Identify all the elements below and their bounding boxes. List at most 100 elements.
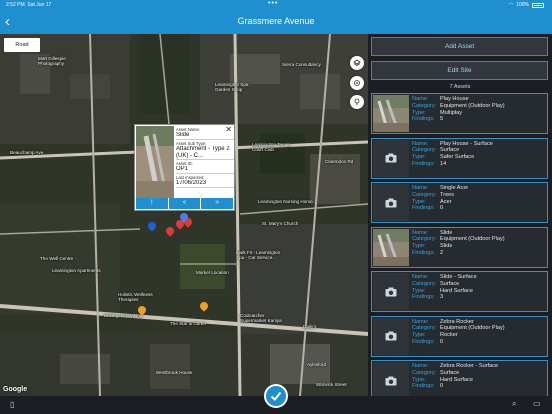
asset-category-label: Category: bbox=[412, 280, 437, 287]
asset-type-value: Multiplay bbox=[440, 109, 463, 116]
asset-fields: Name: Single Acer Category: Trees Type: Acer F… bbox=[412, 185, 547, 212]
asset-category-label: Category: bbox=[412, 236, 437, 243]
asset-fields: Name: Play House - Surface Category: Surfac… bbox=[412, 141, 547, 168]
locate-icon[interactable] bbox=[350, 76, 364, 90]
asset-popup[interactable]: Asset Name: Slide Asset Sub Type: Attach… bbox=[134, 124, 235, 211]
map-label-kwik-fit: Kwik Fit - Leamington Spa - Car Service..… bbox=[236, 250, 281, 260]
asset-category-row: Category: Surface bbox=[412, 281, 547, 288]
asset-findings-value: 2 bbox=[440, 249, 444, 256]
asset-subtype-value: Attachment - Type 2 (UK) - C... bbox=[176, 146, 234, 160]
asset-findings-value: 5 bbox=[440, 116, 444, 123]
map-label-aylesford: Aylesford bbox=[307, 362, 327, 367]
chat-icon[interactable]: ▭ bbox=[533, 399, 541, 408]
map-label-holistic: Holistic Wellness Therapies bbox=[118, 292, 153, 302]
asset-findings-label: Findings: bbox=[412, 338, 435, 345]
document-icon[interactable]: ▯ bbox=[10, 400, 14, 409]
page-title: Grassmere Avenue bbox=[237, 16, 315, 26]
asset-category-value: Equipment (Outdoor Play) bbox=[440, 325, 505, 332]
asset-name-value: Play House bbox=[440, 96, 469, 102]
asset-name-label: Name: bbox=[412, 363, 429, 369]
asset-category-label: Category: bbox=[412, 325, 437, 332]
asset-category-row: Category: Equipment (Outdoor Play) bbox=[412, 325, 547, 332]
asset-name-row: Name: Slide - Surface bbox=[412, 274, 547, 281]
map-label-sierra: Sierra Consultancy bbox=[282, 62, 321, 67]
asset-type-row: Type: Multiplay bbox=[412, 110, 547, 117]
asset-name-value: Zebra Rocker - Surface bbox=[440, 363, 499, 369]
search-icon[interactable]: ⌕ bbox=[512, 399, 516, 409]
app-window: 2:52 PM Sat Jun 17 ••• ◠ 100% ‹ Grassmer… bbox=[0, 0, 552, 414]
asset-findings-label: Findings: bbox=[412, 294, 435, 301]
asset-fields: Name: Slide Category: Equipment (Outdoor Pl… bbox=[412, 230, 547, 257]
asset-id-value: OP1 bbox=[176, 166, 234, 174]
asset-thumbnail bbox=[373, 95, 409, 132]
asset-findings-row: Findings: 0 bbox=[412, 339, 547, 346]
edit-site-button[interactable]: Edit Site bbox=[371, 61, 548, 80]
map-label-westbrook: Westbrook House bbox=[156, 370, 193, 375]
asset-name-value: Play House - Surface bbox=[440, 140, 493, 147]
asset-type-row: Type: Hard Surface bbox=[412, 377, 547, 384]
multitasking-dots-icon[interactable]: ••• bbox=[268, 0, 278, 7]
camera-icon bbox=[373, 362, 409, 399]
asset-findings-label: Findings: bbox=[412, 249, 435, 256]
asset-card[interactable]: Name: Play House - Surface Category: Surfac… bbox=[371, 137, 548, 179]
asset-name-label: Name: bbox=[412, 229, 429, 236]
asset-type-row: Type: Rocker bbox=[412, 332, 547, 339]
asset-findings-value: 14 bbox=[440, 160, 447, 167]
asset-name-row: Name: Zebra Rocker bbox=[412, 319, 547, 326]
asset-category-row: Category: Trees bbox=[412, 192, 547, 199]
asset-name-value: Single Acer bbox=[440, 185, 469, 191]
asset-card[interactable]: Name: Single Acer Category: Trees Type: Acer F… bbox=[371, 182, 548, 223]
asset-type-label: Type: bbox=[412, 332, 426, 339]
asset-type-value: Hard Surface bbox=[440, 287, 473, 294]
asset-card[interactable]: Name: Zebra Rocker Category: Equipment (Out… bbox=[371, 315, 548, 357]
map-label-clarendon: Clarendon Rd bbox=[325, 159, 354, 164]
asset-category-value: Equipment (Outdoor Play) bbox=[440, 102, 505, 109]
asset-type-value: Hard Surface bbox=[440, 376, 473, 383]
asset-type-value: Slide bbox=[440, 243, 453, 250]
asset-thumbnail bbox=[373, 228, 409, 266]
asset-name-row: Name: Play House - Surface bbox=[412, 141, 547, 148]
asset-info: Asset Name: Slide Asset Sub Type: Attach… bbox=[176, 127, 234, 189]
asset-type-label: Type: bbox=[412, 154, 426, 161]
asset-card[interactable]: Name: Slide Category: Equipment (Outdoor Pl… bbox=[371, 226, 548, 268]
asset-findings-value: 3 bbox=[440, 294, 444, 301]
map-label-the-well: The Well Centre bbox=[40, 256, 74, 261]
asset-name-row: Name: Zebra Rocker - Surface bbox=[412, 363, 547, 370]
open-asset-button[interactable]: > bbox=[201, 198, 234, 209]
asset-type-label: Type: bbox=[412, 376, 426, 383]
asset-category-row: Category: Surface bbox=[412, 370, 547, 377]
camera-icon bbox=[373, 317, 409, 355]
map-label-apartments: Leamington Apartments bbox=[52, 268, 101, 273]
asset-findings-row: Findings: 5 bbox=[412, 116, 547, 123]
asset-findings-row: Findings: 3 bbox=[412, 294, 547, 301]
close-icon[interactable]: ✕ bbox=[225, 125, 232, 134]
battery-icon bbox=[532, 2, 544, 8]
asset-type-value: Acer bbox=[440, 198, 452, 205]
add-asset-button[interactable]: Add Asset bbox=[371, 37, 548, 56]
findings-button[interactable]: ! bbox=[136, 198, 168, 209]
layers-icon[interactable] bbox=[350, 56, 364, 70]
asset-category-label: Category: bbox=[412, 191, 437, 198]
complete-check-button[interactable] bbox=[264, 384, 288, 408]
site-pin-icon[interactable] bbox=[350, 95, 364, 109]
satellite-map[interactable]: Matt Gillespie Photography Leamington Spa… bbox=[0, 34, 368, 396]
asset-type-row: Type: Acer bbox=[412, 199, 547, 206]
asset-findings-row: Findings: 0 bbox=[412, 383, 547, 390]
map-type-button[interactable]: Road bbox=[4, 38, 40, 52]
asset-findings-row: Findings: 0 bbox=[412, 205, 547, 212]
asset-category-value: Surface bbox=[440, 147, 460, 154]
asset-card[interactable]: Name: Slide - Surface Category: Surface Type… bbox=[371, 271, 548, 312]
camera-icon bbox=[373, 184, 409, 221]
asset-category-value: Equipment (Outdoor Play) bbox=[440, 236, 505, 243]
wifi-icon: ◠ bbox=[508, 2, 514, 8]
camera-icon bbox=[373, 139, 409, 177]
asset-type-label: Type: bbox=[412, 198, 426, 205]
asset-card[interactable]: Name: Play House Category: Equipment (Outdo… bbox=[371, 93, 548, 134]
check-icon bbox=[270, 391, 282, 401]
asset-findings-row: Findings: 14 bbox=[412, 161, 547, 168]
asset-name-value: Zebra Rocker bbox=[440, 318, 474, 325]
battery-percent: 100% bbox=[516, 2, 529, 8]
map-label-church: St. Mary's Church bbox=[262, 221, 299, 226]
share-button[interactable]: < bbox=[168, 198, 201, 209]
asset-card[interactable]: Name: Zebra Rocker - Surface Category: Surf… bbox=[371, 360, 548, 401]
